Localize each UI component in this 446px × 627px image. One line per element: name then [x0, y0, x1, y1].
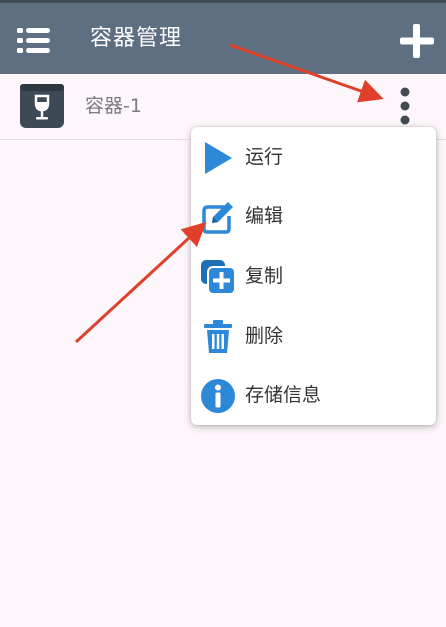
menu-item-delete[interactable]: 删除	[191, 306, 436, 366]
context-menu: 运行 编辑 复制 删除 存储信息	[191, 127, 436, 425]
menu-item-run[interactable]: 运行	[191, 127, 436, 187]
menu-item-label: 编辑	[245, 205, 284, 227]
edit-icon	[200, 199, 236, 235]
menu-item-edit[interactable]: 编辑	[191, 186, 436, 246]
menu-item-label: 运行	[245, 146, 284, 168]
container-name: 容器-1	[85, 95, 142, 117]
page-title: 容器管理	[90, 26, 183, 51]
menu-item-label: 复制	[245, 265, 284, 287]
wine-glass-icon	[19, 83, 65, 129]
menu-icon[interactable]	[14, 20, 54, 60]
info-icon	[200, 378, 236, 414]
copy-icon	[200, 259, 236, 295]
add-icon[interactable]	[396, 20, 438, 62]
more-options-icon[interactable]	[388, 85, 422, 127]
app-bar: 容器管理	[0, 3, 446, 74]
menu-item-label: 存储信息	[245, 384, 322, 406]
menu-item-copy[interactable]: 复制	[191, 246, 436, 306]
annotation-arrow-edit	[74, 221, 207, 344]
trash-icon	[200, 319, 236, 355]
menu-item-label: 删除	[245, 325, 284, 347]
play-icon	[200, 140, 236, 176]
menu-item-storage-info[interactable]: 存储信息	[191, 365, 436, 425]
